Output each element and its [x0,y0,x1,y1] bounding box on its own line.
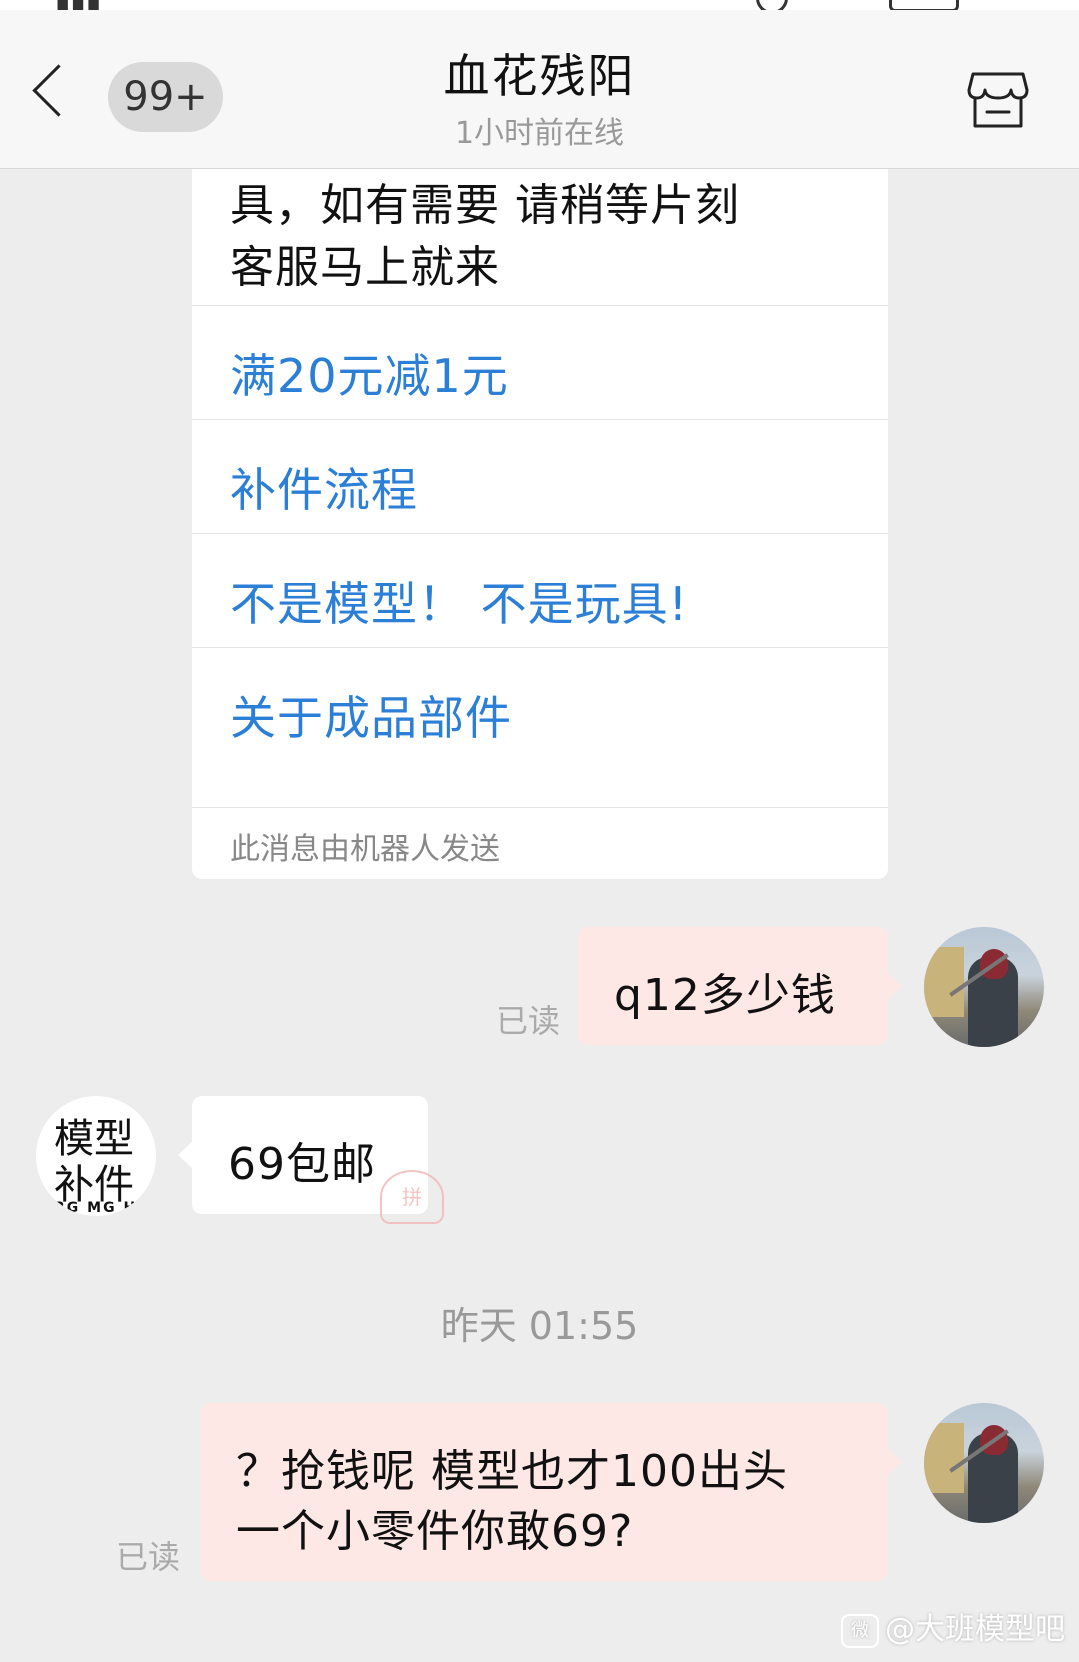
bubble-tail [888,973,902,999]
message-text-line: ？抢钱呢 模型也才100出头 [236,1446,788,1497]
status-bar: ▮▮▮ [0,0,1079,10]
bubble-tail [888,1449,902,1475]
robot-option-finished-parts[interactable]: 关于成品部件 [192,647,888,769]
robot-footer-note: 此消息由机器人发送 [230,832,500,867]
signal-icon: ▮▮▮ [55,0,101,10]
robot-footer: 此消息由机器人发送 [192,807,888,879]
robot-option-discount[interactable]: 满20元减1元 [192,305,888,427]
online-status: 1小时前在线 [454,116,625,151]
robot-intro-line: 具，如有需要 请稍等片刻 [230,180,740,231]
battery-icon [889,0,959,10]
message-text-line: 一个小零件你敢69? [236,1506,634,1557]
shop-icon[interactable] [967,70,1029,130]
chat-timestamp: 昨天 01:55 [440,1304,639,1348]
avatar-photo-bg [924,947,964,1017]
shop-avatar[interactable]: 模型 补件 RG MG HG [36,1096,156,1216]
robot-intro-line: 客服马上就来 [230,242,500,293]
alarm-icon [756,0,788,10]
robot-option-label: 补件流程 [230,463,418,517]
stamp-icon: 拼 [380,1170,444,1224]
bubble-tail [178,1142,192,1168]
watermark: 微 @大班模型吧 [841,1604,1065,1648]
weibo-icon: 微 [841,1613,879,1648]
read-receipt: 已读 [496,1002,561,1040]
robot-option-label: 满20元减1元 [230,349,509,403]
watermark-text: @大班模型吧 [885,1612,1065,1647]
message-text: 69包邮 [228,1139,376,1190]
message-text: q12多少钱 [614,970,836,1021]
user-avatar[interactable] [924,927,1044,1047]
read-receipt: 已读 [116,1538,181,1576]
robot-option-label: 关于成品部件 [230,691,512,745]
chat-header: 99+ 血花残阳 1小时前在线 [0,10,1079,169]
shop-avatar-line: RG MG HG [54,1200,151,1216]
user-avatar[interactable] [924,1403,1044,1523]
robot-menu-card: 具，如有需要 请稍等片刻 客服马上就来 满20元减1元 补件流程 不是模型！ 不… [192,169,888,879]
outgoing-message-bubble[interactable]: ？抢钱呢 模型也才100出头 一个小零件你敢69? [200,1403,888,1581]
outgoing-message-bubble[interactable]: q12多少钱 [578,927,888,1045]
robot-option-not-model-not-toy[interactable]: 不是模型！ 不是玩具! [192,533,888,655]
contact-name: 血花残阳 [443,49,636,103]
robot-option-label: 不是模型！ 不是玩具! [230,577,689,631]
avatar-photo-bg [924,1423,964,1493]
robot-intro-text: 具，如有需要 请稍等片刻 客服马上就来 [230,175,870,299]
robot-option-replacement-process[interactable]: 补件流程 [192,419,888,541]
